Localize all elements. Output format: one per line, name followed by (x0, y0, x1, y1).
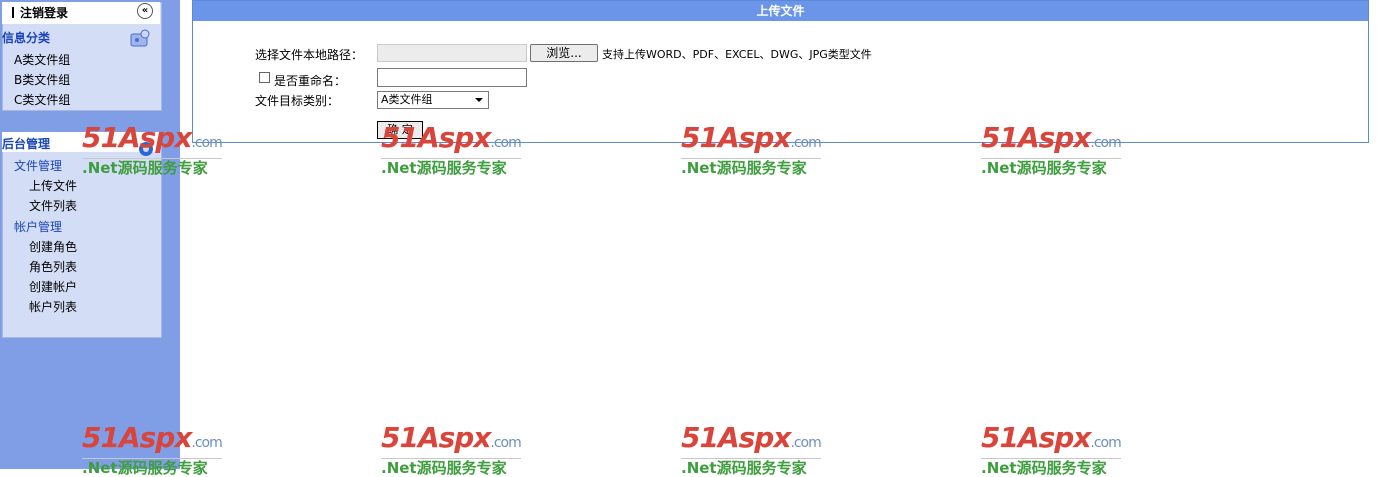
sidebar-item-account-list[interactable]: 帐户列表 (29, 298, 77, 315)
upload-header: 上传文件 (193, 1, 1368, 21)
sidebar-item-file-list[interactable]: 文件列表 (29, 197, 77, 214)
sidebar-item-role-list[interactable]: 角色列表 (29, 258, 77, 275)
dropdown-arrow-icon (475, 98, 483, 102)
watermark-tagline: .Net源码服务专家 (981, 158, 1121, 177)
watermark: 51Aspx.com .Net源码服务专家 (381, 421, 522, 477)
watermark-logo: 51Aspx (381, 421, 491, 454)
file-path-input[interactable] (377, 44, 527, 62)
watermark-logo: 51Aspx (82, 421, 192, 454)
sidebar-item-b-group[interactable]: B类文件组 (14, 71, 70, 88)
watermark-logo: 51Aspx (981, 421, 1091, 454)
watermark-tagline: .Net源码服务专家 (681, 158, 821, 177)
puzzle-icon (130, 29, 150, 47)
watermark-domain: .com (1090, 435, 1121, 451)
logout-label: 注销登录 (20, 6, 69, 20)
watermark-logo: 51Aspx (381, 121, 491, 154)
watermark-tagline: .Net源码服务专家 (681, 458, 821, 477)
admin-section-title: 后台管理 (2, 137, 51, 151)
watermark-tagline: .Net源码服务专家 (82, 158, 222, 177)
rename-checkbox[interactable] (259, 72, 270, 83)
sidebar-group-account-manage[interactable]: 帐户管理 (14, 218, 62, 235)
info-section-title: 信息分类 (2, 31, 51, 45)
watermark: 51Aspx.com .Net源码服务专家 (981, 421, 1122, 477)
support-text: 支持上传WORD、PDF、EXCEL、DWG、JPG类型文件 (602, 48, 872, 61)
watermark-logo: 51Aspx (681, 421, 791, 454)
logout-bar-icon (12, 7, 14, 18)
sidebar-item-create-account[interactable]: 创建帐户 (29, 278, 77, 295)
watermark-tagline: .Net源码服务专家 (381, 458, 521, 477)
watermark: 51Aspx.com .Net源码服务专家 (681, 421, 822, 477)
watermark-tagline: .Net源码服务专家 (381, 158, 521, 177)
sidebar-item-create-role[interactable]: 创建角色 (29, 238, 77, 255)
path-label: 选择文件本地路径： (255, 48, 364, 62)
category-selected: A类文件组 (381, 93, 433, 106)
watermark-tagline: .Net源码服务专家 (981, 458, 1121, 477)
watermark: 51Aspx.com .Net源码服务专家 (82, 121, 223, 177)
watermark-logo: 51Aspx (82, 121, 192, 154)
watermark-domain: .com (790, 435, 821, 451)
watermark-domain: .com (790, 135, 821, 151)
watermark-logo: 51Aspx (681, 121, 791, 154)
watermark-tagline: .Net源码服务专家 (82, 458, 222, 477)
sidebar-item-c-group[interactable]: C类文件组 (14, 91, 70, 108)
rename-input[interactable] (377, 68, 527, 87)
watermark-domain: .com (1090, 135, 1121, 151)
watermark-domain: .com (191, 135, 222, 151)
sidebar-group-file-manage[interactable]: 文件管理 (14, 157, 62, 174)
rename-label: 是否重命名： (274, 74, 347, 88)
category-label: 文件目标类别： (255, 94, 340, 108)
watermark-logo: 51Aspx (981, 121, 1091, 154)
browse-button[interactable]: 浏览... (530, 44, 598, 62)
watermark-domain: .com (191, 435, 222, 451)
watermark: 51Aspx.com .Net源码服务专家 (82, 421, 223, 477)
watermark: 51Aspx.com .Net源码服务专家 (981, 121, 1122, 177)
category-select[interactable]: A类文件组 (377, 91, 489, 109)
watermark-domain: .com (490, 135, 521, 151)
sidebar-item-upload-file[interactable]: 上传文件 (29, 177, 77, 194)
watermark: 51Aspx.com .Net源码服务专家 (381, 121, 522, 177)
collapse-icon[interactable]: « (137, 3, 153, 19)
watermark-domain: .com (490, 435, 521, 451)
sidebar-item-a-group[interactable]: A类文件组 (14, 51, 70, 68)
watermark: 51Aspx.com .Net源码服务专家 (681, 121, 822, 177)
